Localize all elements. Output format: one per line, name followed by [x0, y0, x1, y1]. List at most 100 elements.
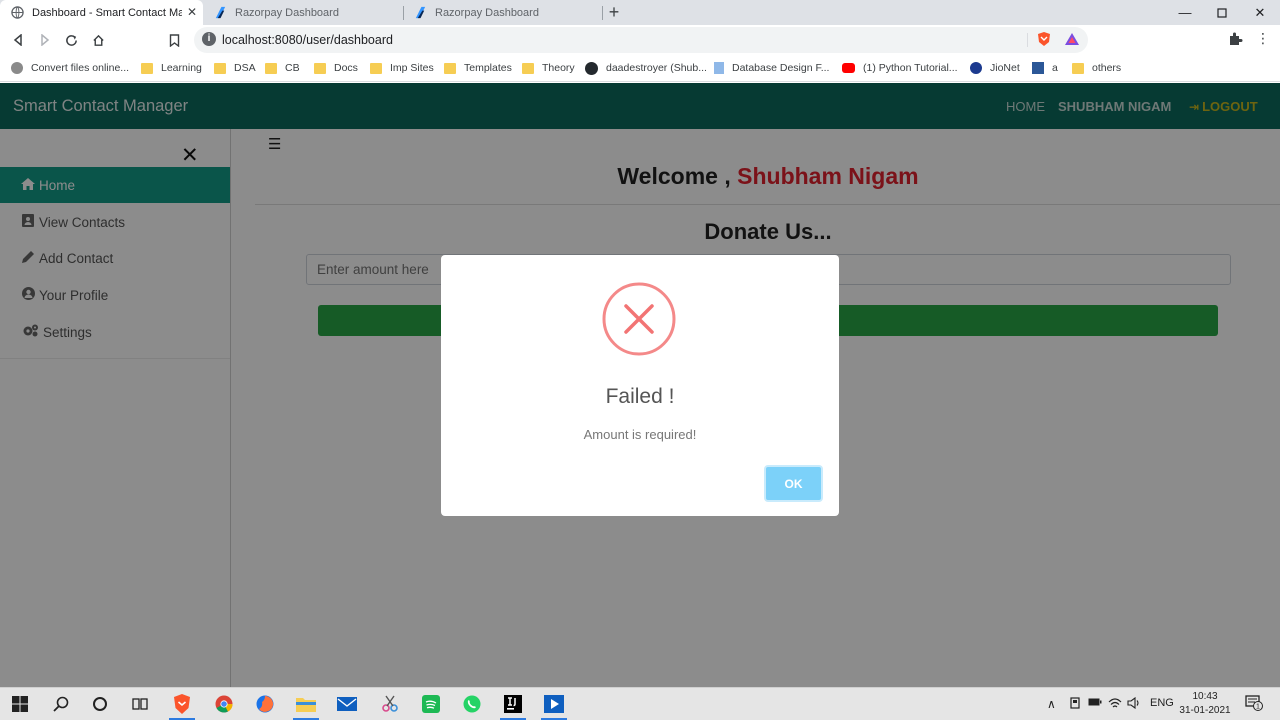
intellij-icon[interactable] — [503, 694, 523, 714]
forward-icon — [41, 34, 50, 46]
tab-razorpay-1[interactable]: Razorpay Dashboard — [203, 0, 403, 25]
ok-button[interactable]: OK — [764, 465, 823, 502]
extensions-icon[interactable] — [1227, 31, 1243, 47]
convert-icon — [11, 62, 23, 74]
page-icon — [714, 62, 724, 74]
info-icon[interactable]: i — [202, 32, 216, 46]
language-indicator[interactable]: ENG — [1150, 697, 1174, 709]
address-bar[interactable]: i localhost:8080/user/dashboard — [194, 27, 1088, 53]
bookmark-label: Learning — [161, 62, 202, 74]
browser-tab-bar: Dashboard - Smart Contact Mana ✕ Razorpa… — [0, 0, 1280, 25]
globe-icon — [10, 6, 24, 20]
maximize-button[interactable] — [1203, 0, 1241, 25]
bookmark-a[interactable]: a — [1032, 60, 1058, 76]
bookmark-learning[interactable]: Learning — [141, 60, 202, 76]
bookmark-label: others — [1092, 62, 1122, 74]
tab-dashboard[interactable]: Dashboard - Smart Contact Mana ✕ — [0, 0, 203, 25]
omnibox-divider — [1027, 33, 1028, 47]
bookmark-imp-sites[interactable]: Imp Sites — [370, 60, 434, 76]
notification-center-icon[interactable]: 1 — [1245, 695, 1263, 714]
bookmark-python-tutorial[interactable]: (1) Python Tutorial... — [842, 60, 958, 76]
file-explorer-icon[interactable] — [296, 694, 316, 714]
bookmark-label: Imp Sites — [390, 62, 434, 74]
razorpay-icon — [213, 6, 227, 20]
folder-icon — [214, 62, 226, 74]
chrome-icon[interactable] — [214, 694, 234, 714]
windows-start-icon[interactable] — [10, 694, 30, 714]
browser-toolbar: i localhost:8080/user/dashboard ⋮ — [0, 25, 1280, 55]
reload-button[interactable] — [62, 31, 80, 49]
device-icon[interactable] — [1069, 697, 1081, 712]
url-text[interactable]: localhost:8080/user/dashboard — [222, 33, 393, 47]
firefox-icon[interactable] — [255, 694, 275, 714]
bookmark-label: JioNet — [990, 62, 1020, 74]
bookmark-cb[interactable]: CB — [265, 60, 300, 76]
tab-title: Razorpay Dashboard — [235, 6, 339, 19]
bookmark-label: (1) Python Tutorial... — [863, 62, 958, 74]
folder-icon — [314, 62, 326, 74]
bookmark-label: Database Design F... — [732, 62, 830, 74]
mail-icon[interactable] — [337, 694, 357, 714]
folder-icon — [1072, 62, 1084, 74]
bookmark-label: daadestroyer (Shub... — [606, 62, 707, 74]
menu-icon[interactable]: ⋮ — [1256, 30, 1270, 47]
taskbar-clock[interactable]: 10:43 31-01-2021 — [1176, 690, 1234, 718]
github-icon — [585, 61, 598, 75]
bookmark-dsa[interactable]: DSA — [214, 60, 256, 76]
razorpay-icon — [413, 6, 427, 20]
bookmark-label: a — [1052, 62, 1058, 74]
error-dialog: Failed ! Amount is required! OK — [441, 255, 839, 516]
forward-button[interactable] — [36, 31, 54, 49]
dialog-message: Amount is required! — [583, 427, 697, 442]
volume-icon[interactable] — [1127, 696, 1141, 712]
folder-icon — [522, 62, 534, 74]
brave-browser-icon[interactable] — [172, 694, 192, 714]
close-window-button[interactable]: ✕ — [1241, 0, 1279, 25]
whatsapp-icon[interactable] — [462, 694, 482, 714]
brave-rewards-icon[interactable] — [1064, 31, 1080, 47]
close-tab-icon[interactable]: ✕ — [185, 5, 199, 19]
folder-icon — [444, 62, 456, 74]
taskbar: ∧ ENG 10:43 31-01-2021 1 — [0, 687, 1280, 720]
tab-razorpay-2[interactable]: Razorpay Dashboard — [403, 0, 603, 25]
bookmark-docs[interactable]: Docs — [314, 60, 358, 76]
spotify-icon[interactable] — [421, 694, 441, 714]
bookmark-theory[interactable]: Theory — [522, 60, 575, 76]
new-tab-button[interactable]: + — [605, 2, 623, 23]
reload-icon — [65, 34, 77, 46]
wifi-icon[interactable] — [1108, 697, 1122, 712]
home-button[interactable] — [89, 31, 107, 49]
bookmark-label: Convert files online... — [31, 62, 130, 74]
bookmark-label: DSA — [234, 62, 256, 74]
show-hidden-icons-icon[interactable]: ∧ — [1047, 697, 1056, 711]
bookmarks-bar: Convert files online... Learning DSA CB … — [0, 55, 1280, 82]
folder-icon — [265, 62, 277, 74]
back-icon — [13, 34, 22, 46]
folder-icon — [141, 62, 153, 74]
cortana-icon[interactable] — [90, 694, 110, 714]
media-player-icon[interactable] — [544, 694, 564, 714]
battery-icon[interactable] — [1088, 697, 1102, 710]
bookmark-label: CB — [285, 62, 300, 74]
bookmark-github[interactable]: daadestroyer (Shub... — [585, 60, 707, 76]
minimize-button[interactable]: — — [1166, 0, 1204, 25]
snipping-tool-icon[interactable] — [380, 694, 400, 714]
youtube-icon — [842, 63, 855, 73]
dialog-title: Failed ! — [605, 385, 675, 408]
bookmark-jionet[interactable]: JioNet — [970, 60, 1020, 76]
bookmark-others[interactable]: others — [1072, 60, 1121, 76]
back-button[interactable] — [9, 31, 27, 49]
task-view-icon[interactable] — [130, 694, 150, 714]
bookmark-convert-files[interactable]: Convert files online... — [11, 60, 129, 76]
bookmark-label: Theory — [542, 62, 575, 74]
bookmark-templates[interactable]: Templates — [444, 60, 512, 76]
bookmark-icon — [169, 33, 179, 47]
search-icon[interactable] — [51, 694, 71, 714]
bookmark-label: Docs — [334, 62, 358, 74]
bookmark-label: Templates — [464, 62, 512, 74]
brave-shield-icon[interactable] — [1036, 31, 1052, 47]
folder-icon — [370, 62, 382, 74]
home-icon — [92, 34, 104, 46]
bookmark-button[interactable] — [165, 31, 183, 49]
bookmark-database-design[interactable]: Database Design F... — [714, 60, 829, 76]
